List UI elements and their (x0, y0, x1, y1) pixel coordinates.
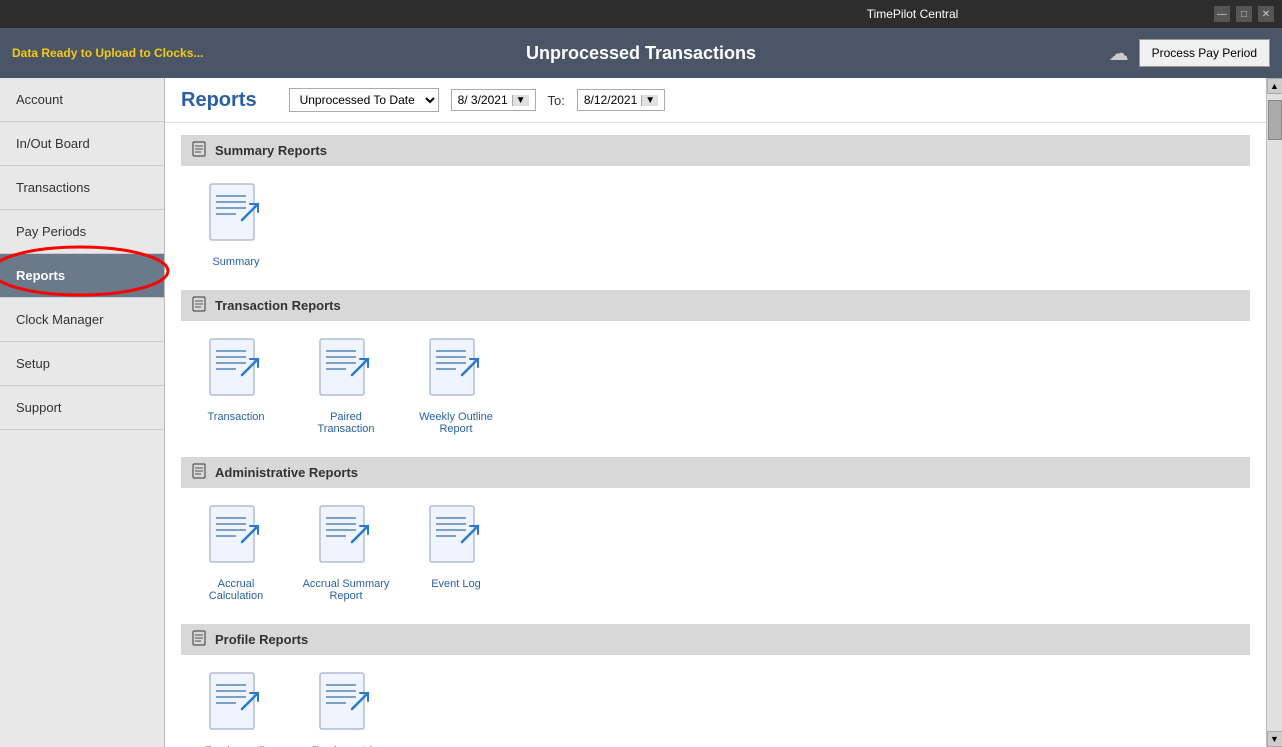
paired-transaction-report-label: Paired Transaction (301, 411, 391, 435)
top-bar-actions: ☁ Process Pay Period (956, 39, 1271, 67)
accrual-summary-report-item[interactable]: Accrual Summary Report (301, 504, 391, 602)
content-area: Reports Unprocessed To Date All Transact… (165, 78, 1266, 747)
summary-report-item[interactable]: Summary (191, 182, 281, 268)
sidebar-item-support[interactable]: Support (0, 386, 164, 430)
accrual-summary-report-label: Accrual Summary Report (301, 578, 391, 602)
sidebar-item-payperiods[interactable]: Pay Periods (0, 210, 164, 254)
event-log-report-item[interactable]: Event Log (411, 504, 501, 602)
date-from-value: 8/ 3/2021 (458, 93, 508, 107)
event-log-report-label: Event Log (431, 578, 481, 590)
weekly-doc-icon (426, 337, 486, 407)
date-to-field[interactable]: 8/12/2021 ▼ (577, 89, 665, 111)
summary-report-label: Summary (212, 256, 259, 268)
report-type-select[interactable]: Unprocessed To Date All Transactions Pay… (289, 88, 439, 112)
sidebar-item-reports[interactable]: Reports (0, 254, 164, 298)
reports-page-title: Reports (181, 89, 257, 112)
sidebar-item-transactions[interactable]: Transactions (0, 166, 164, 210)
accrual-calc-report-label: Accrual Calculation (191, 578, 281, 602)
date-from-field[interactable]: 8/ 3/2021 ▼ (451, 89, 536, 111)
profile-reports-section-header: Profile Reports (181, 624, 1250, 655)
employee-id-report-item[interactable]: Employee ID (191, 671, 281, 747)
admin-reports-row: Accrual Calculation (181, 504, 1250, 612)
accrual-summary-doc-icon (316, 504, 376, 574)
sidebar-item-inout[interactable]: In/Out Board (0, 122, 164, 166)
transaction-doc-icon (206, 337, 266, 407)
employee-list-report-item[interactable]: Employee List (301, 671, 391, 747)
profile-reports-title: Profile Reports (215, 632, 308, 647)
close-button[interactable]: ✕ (1258, 6, 1274, 22)
reports-toolbar: Reports Unprocessed To Date All Transact… (165, 78, 1266, 123)
sidebar: Account In/Out Board Transactions Pay Pe… (0, 78, 165, 747)
section-icon (191, 141, 207, 160)
section-icon-transaction (191, 296, 207, 315)
accrual-calc-report-item[interactable]: Accrual Calculation (191, 504, 281, 602)
date-to-value: 8/12/2021 (584, 93, 637, 107)
summary-reports-row: Summary (181, 182, 1250, 278)
section-icon-admin (191, 463, 207, 482)
window-title: TimePilot Central (611, 7, 1214, 21)
scroll-up-button[interactable]: ▲ (1267, 78, 1282, 94)
top-bar: Data Ready to Upload to Clocks... Unproc… (0, 28, 1282, 78)
event-log-doc-icon (426, 504, 486, 574)
reports-sidebar-wrapper: Reports (0, 254, 164, 298)
scrollbar[interactable]: ▲ ▼ (1266, 78, 1282, 747)
transaction-reports-section-header: Transaction Reports (181, 290, 1250, 321)
process-pay-period-button[interactable]: Process Pay Period (1139, 39, 1270, 67)
transaction-reports-row: Transaction (181, 337, 1250, 445)
summary-reports-title: Summary Reports (215, 143, 327, 158)
window-chrome: TimePilot Central — □ ✕ (0, 0, 1282, 28)
window-controls[interactable]: — □ ✕ (1214, 6, 1274, 22)
cloud-icon[interactable]: ☁ (1109, 41, 1129, 66)
employee-list-doc-icon (316, 671, 376, 741)
weekly-outline-report-label: Weekly Outline Report (411, 411, 501, 435)
to-label: To: (548, 93, 565, 108)
status-text: Data Ready to Upload to Clocks... (12, 46, 327, 60)
paired-transaction-report-item[interactable]: Paired Transaction (301, 337, 391, 435)
sidebar-item-account[interactable]: Account (0, 78, 164, 122)
restore-button[interactable]: □ (1236, 6, 1252, 22)
employee-id-doc-icon (206, 671, 266, 741)
weekly-outline-report-item[interactable]: Weekly Outline Report (411, 337, 501, 435)
admin-reports-title: Administrative Reports (215, 465, 358, 480)
accrual-calc-doc-icon (206, 504, 266, 574)
transaction-report-item[interactable]: Transaction (191, 337, 281, 435)
transaction-reports-title: Transaction Reports (215, 298, 341, 313)
summary-doc-icon (206, 182, 266, 252)
summary-reports-section-header: Summary Reports (181, 135, 1250, 166)
scroll-thumb[interactable] (1268, 100, 1282, 140)
paired-doc-icon (316, 337, 376, 407)
profile-reports-row: Employee ID (181, 671, 1250, 747)
minimize-button[interactable]: — (1214, 6, 1230, 22)
admin-reports-section-header: Administrative Reports (181, 457, 1250, 488)
reports-content: Summary Reports (165, 123, 1266, 747)
section-icon-profile (191, 630, 207, 649)
scroll-down-button[interactable]: ▼ (1267, 731, 1282, 747)
date-to-picker-button[interactable]: ▼ (641, 95, 658, 106)
transaction-report-label: Transaction (207, 411, 264, 423)
main-layout: Account In/Out Board Transactions Pay Pe… (0, 78, 1282, 747)
sidebar-item-setup[interactable]: Setup (0, 342, 164, 386)
date-from-picker-button[interactable]: ▼ (512, 95, 529, 106)
sidebar-item-clockmanager[interactable]: Clock Manager (0, 298, 164, 342)
top-bar-title: Unprocessed Transactions (327, 43, 956, 64)
